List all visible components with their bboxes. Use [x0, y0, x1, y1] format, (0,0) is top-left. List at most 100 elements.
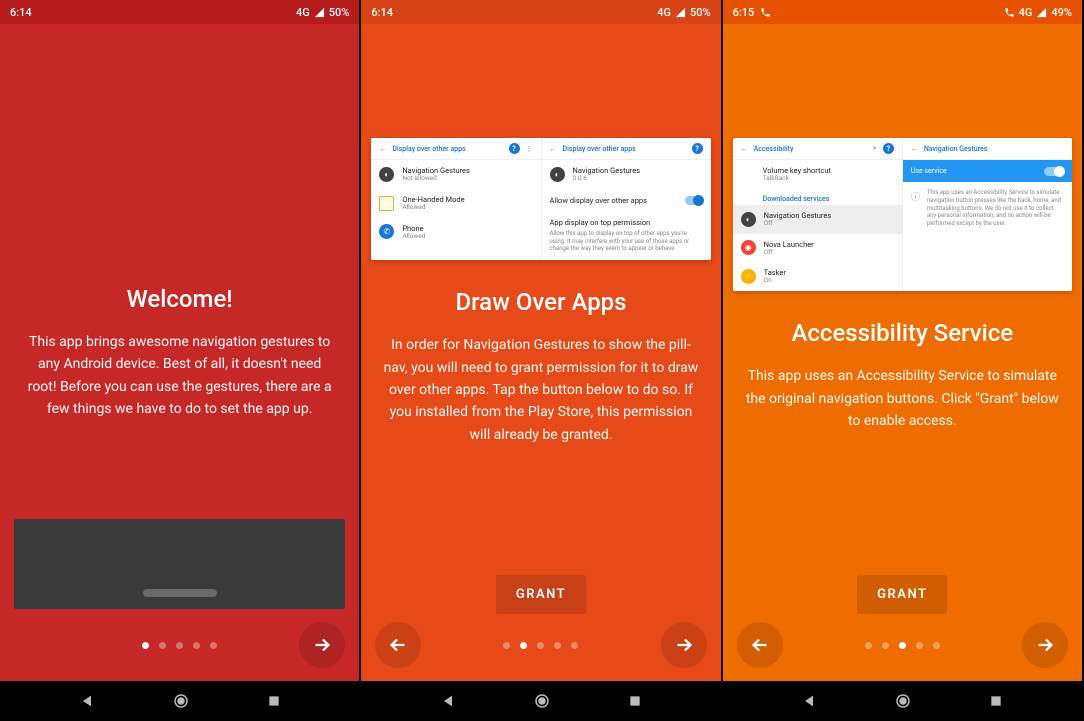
status-bar: 6:14 4G 50% [361, 0, 720, 24]
embed-title: Display over other apps [392, 145, 465, 153]
nav-back-button[interactable] [440, 693, 456, 709]
service-description: ⓘ This app uses an Accessibility Service… [903, 182, 1072, 235]
dot-0[interactable] [503, 642, 510, 649]
status-bar: 6:14 4G 50% [0, 0, 359, 24]
arrow-right-icon [311, 634, 333, 656]
page-title: Accessibility Service [745, 319, 1060, 347]
back-icon: ← [379, 145, 386, 153]
page-title: Welcome! [22, 285, 337, 313]
permission-screenshot: ← Display over other apps ? ⋮ ◐ Navigati… [371, 138, 710, 260]
battery-pct: 50% [690, 6, 711, 19]
app-icon: ▭ [379, 196, 394, 211]
pill-demo [14, 519, 345, 609]
dot-2[interactable] [899, 642, 906, 649]
next-button[interactable] [299, 622, 345, 668]
page-title: Draw Over Apps [383, 288, 698, 316]
nav-recents-button[interactable] [989, 694, 1003, 708]
app-icon: ◐ [741, 212, 756, 227]
accessibility-screenshot: ← Accessibility ⌕ ? Volume key shortcutT… [733, 138, 1072, 291]
android-nav-bar [723, 681, 1082, 721]
arrow-left-icon [387, 634, 409, 656]
nav-home-button[interactable] [533, 692, 551, 710]
embed-title: Navigation Gestures [924, 145, 988, 153]
back-button[interactable] [737, 622, 783, 668]
status-time: 6:14 [371, 6, 393, 19]
arrow-left-icon [749, 634, 771, 656]
embed-title: Accessibility [754, 145, 794, 153]
dot-4[interactable] [210, 642, 217, 649]
help-icon: ? [692, 143, 703, 154]
next-button[interactable] [1022, 622, 1068, 668]
embed-header-left: ← Display over other apps ? ⋮ [371, 138, 540, 160]
nav-recents-button[interactable] [628, 694, 642, 708]
dot-1[interactable] [520, 642, 527, 649]
arrow-right-icon [673, 634, 695, 656]
dot-4[interactable] [933, 642, 940, 649]
list-item: ✆ PhoneAllowed [371, 218, 540, 247]
network-type: 4G [1019, 6, 1033, 19]
back-icon: ← [911, 145, 918, 153]
help-icon: ? [883, 143, 894, 154]
list-item: ◐ Navigation GesturesNot allowed [371, 160, 540, 189]
app-icon: ◉ [741, 240, 756, 255]
dot-3[interactable] [916, 642, 923, 649]
dot-0[interactable] [865, 642, 872, 649]
section-header: Downloaded services [733, 189, 902, 205]
nav-back-button[interactable] [801, 693, 817, 709]
android-nav-bar [361, 681, 720, 721]
nav-pill[interactable] [143, 589, 217, 597]
nav-home-button[interactable] [172, 692, 190, 710]
embed-title: Display over other apps [563, 145, 636, 153]
page-indicator [865, 642, 940, 649]
page-body: This app brings awesome navigation gestu… [22, 331, 337, 421]
help-icon: ? [509, 143, 520, 154]
dot-1[interactable] [159, 642, 166, 649]
battery-pct: 49% [1051, 6, 1072, 19]
embed-header-left: ← Accessibility ⌕ ? [733, 138, 902, 160]
dot-2[interactable] [537, 642, 544, 649]
app-icon: ◐ [550, 167, 565, 182]
nav-back-button[interactable] [79, 693, 95, 709]
status-time: 6:14 [10, 6, 32, 19]
info-icon: ⓘ [911, 190, 920, 228]
toggle-switch [1044, 167, 1064, 176]
dot-4[interactable] [571, 642, 578, 649]
back-button[interactable] [375, 622, 421, 668]
app-row: ◐ Navigation Gestures0.0.6 [542, 160, 711, 189]
dot-1[interactable] [882, 642, 889, 649]
dot-3[interactable] [193, 642, 200, 649]
signal-icon [675, 7, 686, 18]
app-icon: ✆ [379, 224, 394, 239]
more-icon: ⋮ [526, 145, 533, 153]
app-icon: ◐ [379, 167, 394, 182]
app-icon: ⚡ [741, 269, 756, 284]
onboarding-screen-1: 6:14 4G 50% Welcome! This app brings awe… [0, 0, 361, 721]
list-item: ◉ Nova LauncherOff [733, 234, 902, 263]
page-body: In order for Navigation Gestures to show… [383, 334, 698, 446]
signal-icon [1036, 7, 1047, 18]
list-item-selected: ◐ Navigation GesturesOff [733, 205, 902, 234]
dot-0[interactable] [142, 642, 149, 649]
onboarding-footer [723, 609, 1082, 681]
page-indicator [142, 642, 217, 649]
list-item: ⚡ TaskerOn [733, 262, 902, 291]
android-nav-bar [0, 681, 359, 721]
nav-recents-button[interactable] [267, 694, 281, 708]
toggle-label: Use service [911, 167, 947, 175]
dot-2[interactable] [176, 642, 183, 649]
call-active-icon [1004, 7, 1015, 18]
dot-3[interactable] [554, 642, 561, 649]
network-type: 4G [657, 6, 671, 19]
embed-header-right: ← Navigation Gestures [903, 138, 1072, 160]
toggle-label: Allow display over other apps [550, 196, 648, 205]
next-button[interactable] [661, 622, 707, 668]
battery-pct: 50% [329, 6, 350, 19]
nav-home-button[interactable] [894, 692, 912, 710]
arrow-right-icon [1034, 634, 1056, 656]
use-service-row: Use service [903, 160, 1072, 182]
page-indicator [503, 642, 578, 649]
onboarding-footer [361, 609, 720, 681]
signal-icon [314, 7, 325, 18]
call-icon [760, 7, 771, 18]
page-body: This app uses an Accessibility Service t… [745, 365, 1060, 432]
